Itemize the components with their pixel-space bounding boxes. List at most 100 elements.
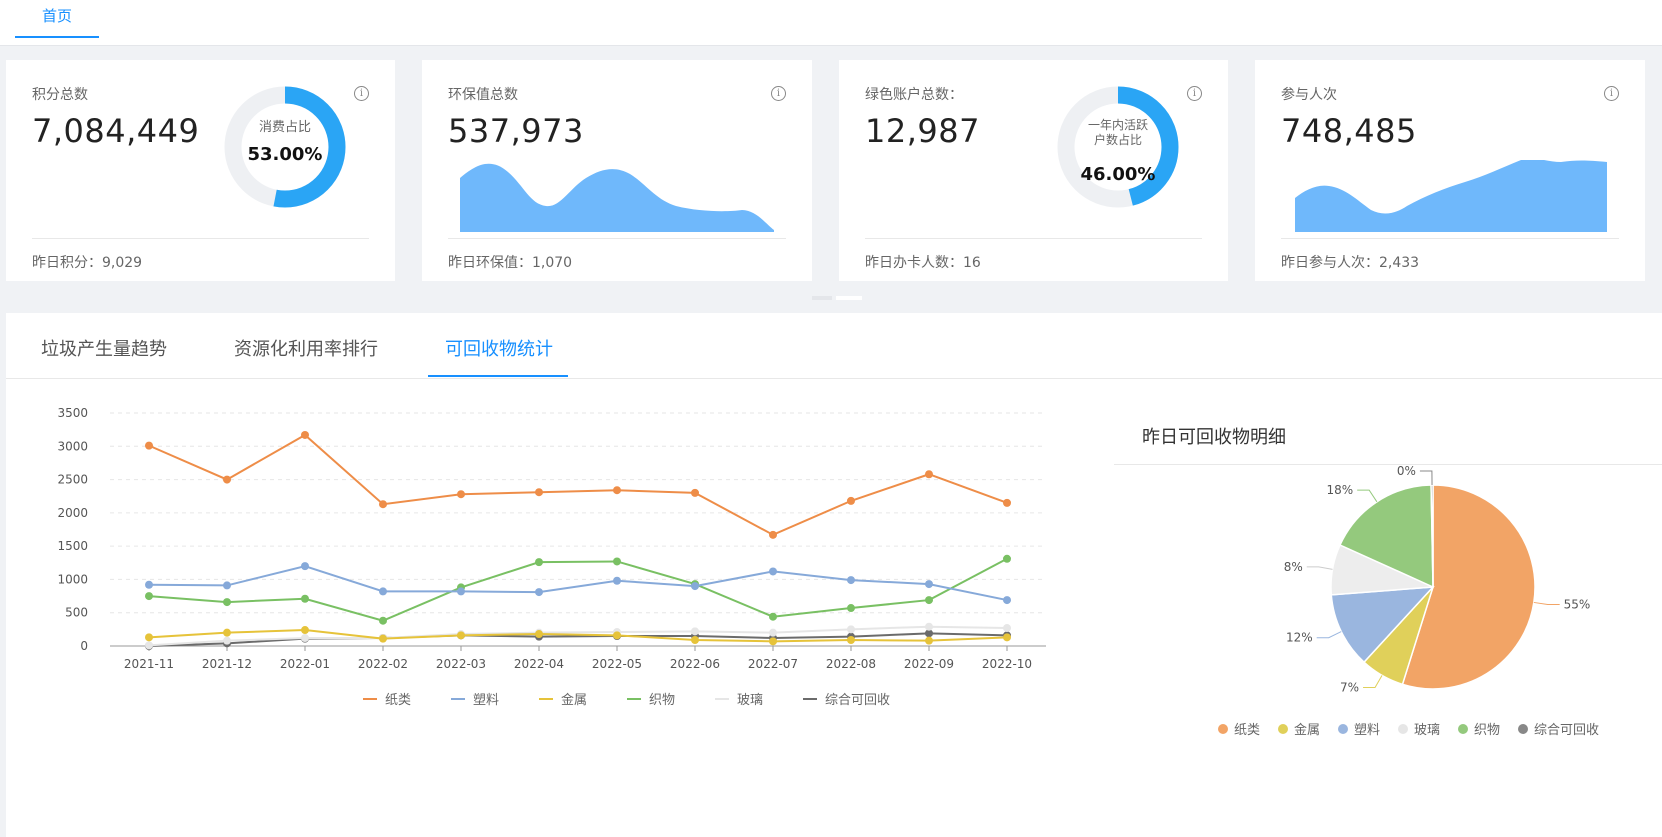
label-leader: [1419, 470, 1433, 486]
y-tick-label: 2000: [57, 506, 88, 520]
x-tick-label: 2022-10: [982, 657, 1032, 671]
info-icon[interactable]: i: [1604, 86, 1619, 101]
card-value: 748,485: [1281, 112, 1417, 150]
card-value: 537,973: [448, 112, 584, 150]
data-point: [769, 612, 777, 621]
x-tick-label: 2022-06: [670, 657, 720, 671]
y-tick-label: 3500: [57, 406, 88, 420]
x-tick-label: 2022-07: [748, 657, 798, 671]
data-point: [769, 530, 777, 539]
label-leader: [1306, 566, 1333, 570]
data-point: [925, 580, 933, 589]
data-point: [379, 587, 387, 596]
data-point: [691, 636, 699, 645]
data-point: [847, 625, 855, 634]
data-point: [691, 582, 699, 591]
label-leader: [1316, 631, 1342, 639]
data-point: [301, 634, 309, 643]
legend-label: 塑料: [473, 693, 499, 708]
legend-swatch: [1338, 724, 1348, 734]
card-label: 参与人次: [1281, 87, 1337, 103]
label-leader: [1533, 601, 1560, 606]
tab-home[interactable]: 首页: [15, 0, 99, 38]
card-label: 环保值总数: [448, 87, 518, 103]
card-footer: 昨日环保值：1,070: [448, 255, 573, 271]
data-point: [847, 636, 855, 645]
data-point: [223, 636, 231, 645]
x-tick-label: 2021-11: [124, 657, 174, 671]
legend-label: 玻璃: [737, 693, 763, 708]
y-tick-label: 1500: [57, 539, 88, 553]
x-tick-label: 2022-05: [592, 657, 642, 671]
data-point: [301, 626, 309, 635]
data-point: [769, 628, 777, 637]
slice-label: 12%: [1286, 631, 1313, 645]
data-point: [457, 587, 465, 596]
data-point: [613, 576, 621, 585]
participants-card: 参与人次 748,485 i 昨日参与人次：2,433: [1255, 60, 1645, 281]
legend-swatch: [1518, 724, 1528, 734]
data-point: [1003, 633, 1011, 642]
divider: [448, 238, 786, 239]
data-point: [301, 594, 309, 603]
data-point: [145, 580, 153, 589]
data-point: [145, 633, 153, 642]
slice-label: 55%: [1564, 598, 1591, 612]
x-tick-label: 2022-01: [280, 657, 330, 671]
slice-label: 18%: [1327, 483, 1354, 497]
participants-area-chart: [1295, 160, 1607, 232]
data-point: [223, 598, 231, 607]
data-point: [145, 592, 153, 601]
data-point: [457, 490, 465, 499]
donut-caption: 消费占比: [258, 120, 311, 135]
y-tick-label: 3000: [57, 439, 88, 453]
donut-percent: 53.00%: [247, 144, 323, 165]
data-point: [847, 576, 855, 585]
info-icon[interactable]: i: [1187, 86, 1202, 101]
info-icon[interactable]: i: [354, 86, 369, 101]
info-icon[interactable]: i: [771, 86, 786, 101]
data-point: [535, 488, 543, 497]
x-tick-label: 2022-02: [358, 657, 408, 671]
legend-label: 织物: [649, 693, 675, 708]
legend-label: 纸类: [1234, 723, 1260, 738]
tab-garbage-trend[interactable]: 垃圾产生量趋势: [41, 335, 167, 361]
legend-label: 纸类: [385, 693, 411, 708]
data-point: [847, 604, 855, 613]
data-point: [691, 488, 699, 497]
data-point: [535, 558, 543, 567]
data-point: [613, 486, 621, 495]
data-point: [1003, 624, 1011, 633]
data-point: [691, 627, 699, 636]
data-point: [925, 622, 933, 631]
data-point: [145, 641, 153, 650]
data-point: [535, 588, 543, 597]
label-leader: [1357, 489, 1378, 503]
legend-label: 金属: [1294, 722, 1320, 738]
tab-recyclable-stats[interactable]: 可回收物统计: [445, 335, 553, 361]
slice-label: 8%: [1284, 560, 1303, 574]
data-point: [925, 596, 933, 605]
carousel-dot[interactable]: [812, 296, 832, 300]
green-account-card: 绿色账户总数： 12,987 i 一年内活跃户数占比 46.00% 昨日办卡人数…: [839, 60, 1228, 281]
legend-swatch: [1218, 724, 1228, 734]
data-point: [613, 631, 621, 640]
tab-resource-ranking[interactable]: 资源化利用率排行: [234, 335, 378, 361]
legend-swatch: [1278, 724, 1288, 734]
data-point: [379, 616, 387, 625]
carousel-dot-active[interactable]: [836, 296, 862, 300]
series-line: [148, 565, 1008, 602]
data-point: [613, 557, 621, 566]
label-leader: [1363, 675, 1383, 688]
points-total-card: 积分总数 7,084,449 i 消费占比 53.00% 昨日积分：9,029: [6, 60, 395, 281]
data-point: [301, 562, 309, 571]
y-tick-label: 1000: [57, 572, 88, 586]
card-footer: 昨日办卡人数：16: [865, 255, 981, 271]
legend-label: 织物: [1474, 723, 1500, 738]
legend-label: 金属: [561, 692, 587, 708]
y-tick-label: 0: [80, 639, 88, 653]
series-line: [148, 433, 1008, 536]
card-footer: 昨日参与人次：2,433: [1281, 255, 1420, 271]
data-point: [145, 441, 153, 450]
active-tab-indicator: [428, 375, 568, 377]
